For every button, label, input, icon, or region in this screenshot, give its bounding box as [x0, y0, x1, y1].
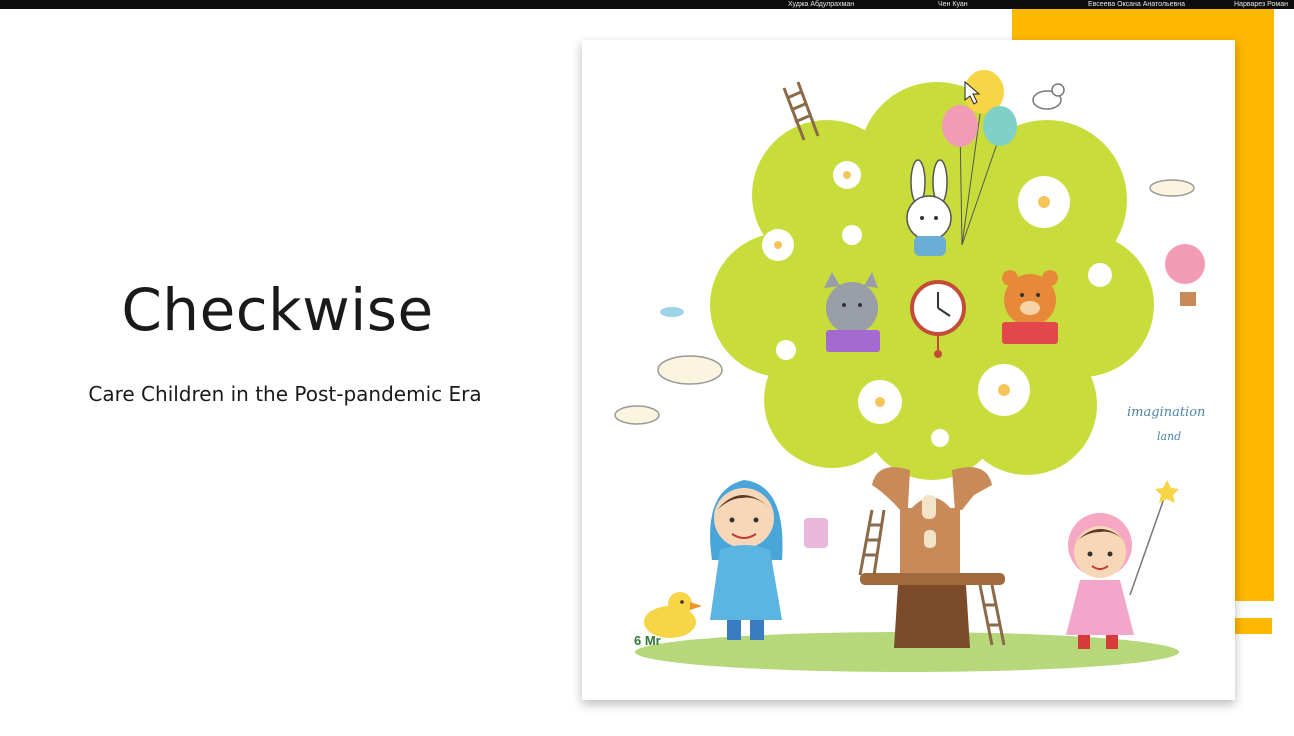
decorative-orange-strip [1234, 618, 1272, 634]
slide-subtitle: Care Children in the Post-pandemic Era [88, 382, 482, 406]
cat-character [824, 272, 880, 352]
illustration-card: imagination land 6 Mr [582, 40, 1235, 700]
boy-character [710, 480, 828, 640]
participant-name[interactable]: Чен Куан [928, 0, 1078, 9]
bird-icon [1032, 83, 1065, 110]
tree-illustration: imagination land 6 Mr [614, 70, 1205, 672]
handwriting-text: land [1157, 430, 1181, 443]
bear-character [1002, 270, 1058, 344]
participant-strip: Худжа Абдулрахман Чен Куан Евсеева Оксан… [778, 0, 1294, 9]
handwriting-text: imagination [1127, 405, 1205, 420]
participant-name[interactable]: Худжа Абдулрахман [778, 0, 928, 9]
duck-icon [644, 592, 702, 638]
participant-name[interactable]: Нарварез Роман [1228, 0, 1294, 9]
meeting-topbar: Худжа Абдулрахман Чен Куан Евсеева Оксан… [0, 0, 1294, 9]
hot-air-balloon [1165, 244, 1205, 306]
tree-trunk [860, 467, 1005, 648]
slide-title: Checkwise [121, 276, 434, 344]
girl-character [1066, 480, 1179, 649]
participant-name[interactable]: Евсеева Оксана Анатольевна [1078, 0, 1228, 9]
watermark-text: 6 Mr [634, 633, 661, 648]
